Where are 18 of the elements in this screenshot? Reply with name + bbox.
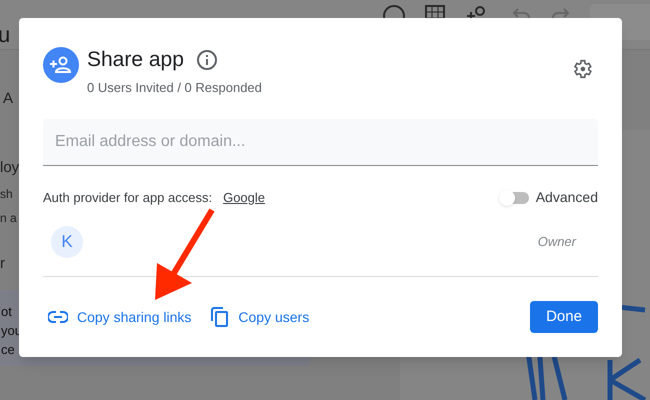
partial-text: sh xyxy=(0,186,13,203)
partial-text: ot xyxy=(1,302,12,320)
auth-label: Auth provider for app access: xyxy=(43,188,212,207)
invite-summary: 0 Users Invited / 0 Responded xyxy=(87,78,262,97)
tab[interactable]: A xyxy=(3,88,14,110)
user-avatar: K xyxy=(51,226,83,258)
copy-users-button[interactable]: Copy users xyxy=(211,306,310,328)
partial-text: ce xyxy=(1,340,15,358)
partial-text: loy xyxy=(0,158,20,178)
partial-text: n a xyxy=(0,210,17,227)
user-role: Owner xyxy=(538,233,576,252)
auth-provider-link[interactable]: Google xyxy=(223,188,266,208)
done-button[interactable]: Done xyxy=(530,301,598,333)
email-field[interactable]: Email address or domain... xyxy=(43,119,598,166)
advanced-label: Advanced xyxy=(536,188,598,207)
copy-links-button[interactable]: Copy sharing links xyxy=(48,306,192,328)
dialog-title: Share app xyxy=(87,47,184,73)
partial-text: r xyxy=(0,254,5,274)
